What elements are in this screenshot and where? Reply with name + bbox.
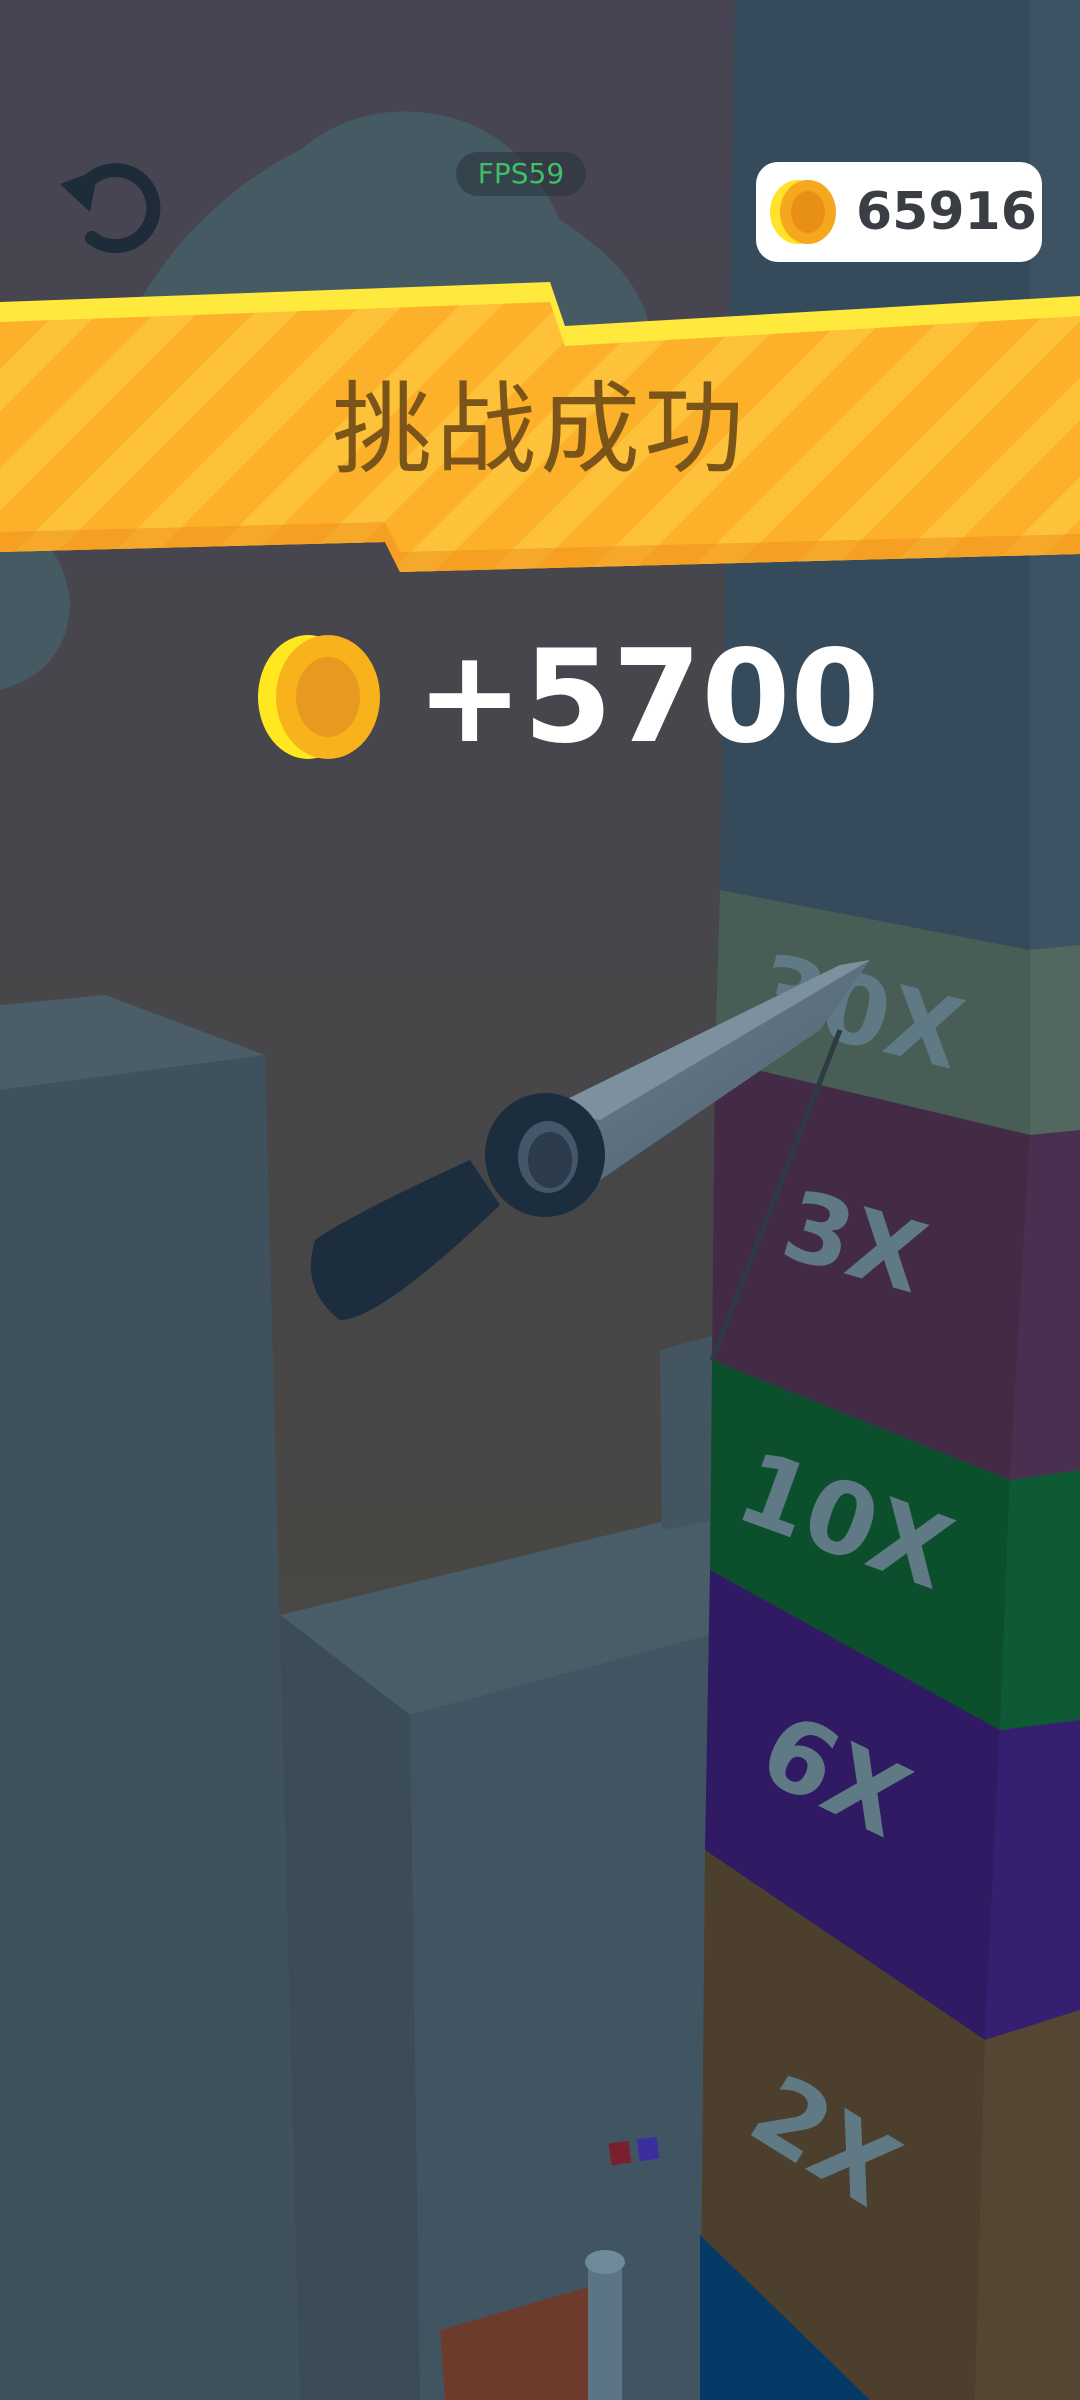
reward-amount: +5700 [416,623,880,772]
flag-blue [636,2136,660,2162]
reward-display: +5700 [256,628,880,768]
fps-counter: FPS59 [456,152,586,196]
left-building-front [0,1055,300,2400]
mid-building-front [410,1635,710,2400]
coin-balance[interactable]: 65916 [756,162,1042,262]
small-block [660,1335,715,1530]
multiplier-tower: 30X 3X 10X 6X 2X [700,890,1080,2400]
coin-balance-value: 65916 [856,182,1037,242]
mid-building-left [280,1615,420,2400]
sign-post [588,2260,622,2400]
flag-red [608,2140,632,2166]
restart-button[interactable] [52,150,162,260]
restart-icon [60,163,161,254]
coin-icon [770,180,836,244]
coin-icon [258,635,380,759]
banner-title: 挑战成功 [332,371,748,488]
